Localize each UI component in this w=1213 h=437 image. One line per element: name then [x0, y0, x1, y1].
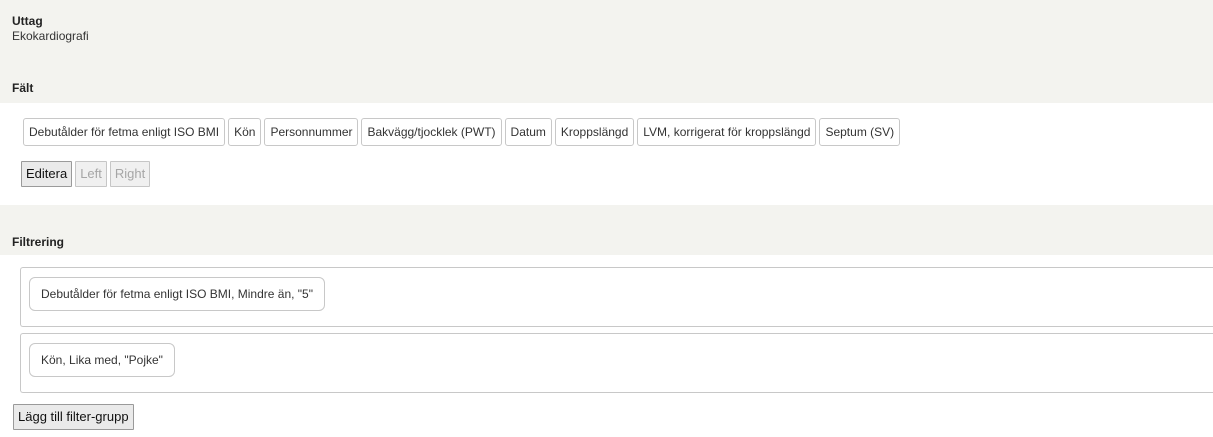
output-value: Ekokardiografi — [12, 29, 89, 43]
report-editor-page: Uttag Ekokardiografi Fält Debutålder för… — [0, 0, 1213, 437]
field-chip[interactable]: Kroppslängd — [554, 118, 635, 146]
field-chip[interactable]: Kön — [228, 118, 262, 146]
output-heading: Uttag — [12, 14, 43, 28]
field-chip[interactable]: Personnummer — [264, 118, 359, 146]
move-left-button[interactable]: Left — [75, 161, 107, 187]
filter-condition[interactable]: Debutålder för fetma enligt ISO BMI, Min… — [29, 277, 325, 311]
field-chip[interactable]: LVM, korrigerat för kroppslängd — [637, 118, 817, 146]
filter-group: Debutålder för fetma enligt ISO BMI, Min… — [20, 267, 1213, 327]
field-chip[interactable]: Debutålder för fetma enligt ISO BMI — [23, 118, 226, 146]
filtering-heading: Filtrering — [12, 235, 65, 249]
edit-button[interactable]: Editera — [21, 161, 73, 187]
filter-condition[interactable]: Kön, Lika med, "Pojke" — [29, 343, 175, 377]
move-right-button[interactable]: Right — [109, 161, 151, 187]
field-chip[interactable]: Datum — [504, 118, 552, 146]
filter-section-band — [0, 205, 1213, 255]
selected-fields-list: Debutålder för fetma enligt ISO BMI Kön … — [23, 118, 901, 146]
field-chip[interactable]: Septum (SV) — [819, 118, 901, 146]
field-chip[interactable]: Bakvägg/tjocklek (PWT) — [361, 118, 502, 146]
field-actions: Editera Left Right — [21, 161, 151, 187]
fields-heading: Fält — [12, 81, 34, 95]
filter-group: Kön, Lika med, "Pojke" — [20, 333, 1213, 393]
header-band — [0, 0, 1213, 103]
add-filter-group-button[interactable]: Lägg till filter-grupp — [13, 404, 134, 430]
